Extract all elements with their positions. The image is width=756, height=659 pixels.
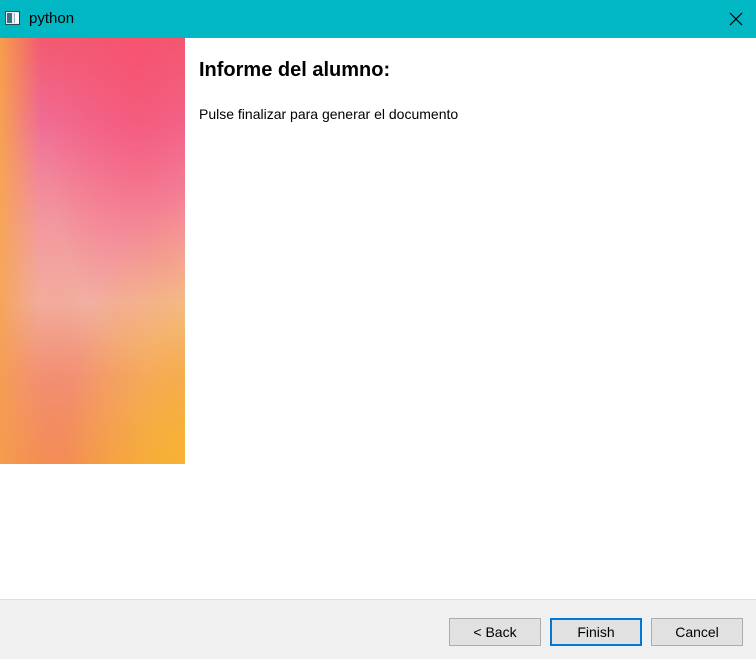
page-description: Pulse finalizar para generar el document… [199, 106, 459, 122]
back-button[interactable]: < Back [449, 618, 541, 646]
title-bar[interactable]: python [0, 0, 756, 38]
wizard-banner-image [0, 38, 185, 464]
button-bar: < Back Finish Cancel [0, 599, 756, 659]
page-title: Informe del alumno: [199, 59, 391, 81]
finish-button[interactable]: Finish [550, 618, 642, 646]
cancel-button[interactable]: Cancel [651, 618, 743, 646]
wizard-window: python Informe del alumno: Pulse finaliz… [0, 0, 756, 659]
window-icon [5, 11, 20, 25]
close-icon [729, 12, 743, 26]
window-title: python [29, 10, 75, 27]
close-button[interactable] [716, 0, 756, 38]
